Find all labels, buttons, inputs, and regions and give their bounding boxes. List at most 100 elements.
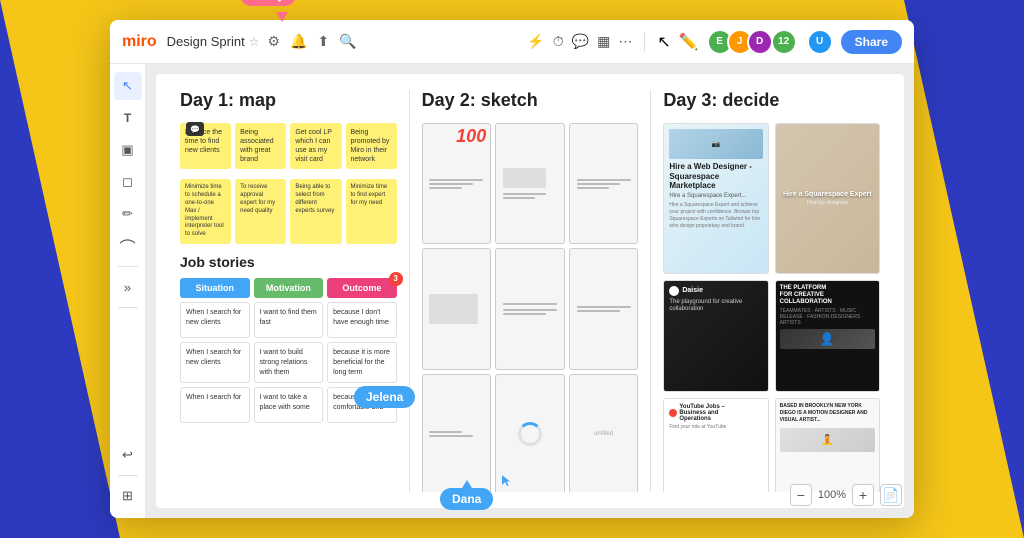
jelena-cursor-pointer[interactable] (502, 474, 518, 490)
settings-icon[interactable]: ⚙ (267, 33, 280, 50)
day3-header: Day 3: decide (663, 90, 880, 111)
sticky-tool[interactable]: ▣ (114, 136, 142, 164)
connector-tool[interactable]: ⌒ (114, 232, 142, 260)
hand-tool-icon[interactable]: ✏️ (679, 32, 699, 52)
job-stories-headers: Situation Motivation Outcome 3 (180, 278, 397, 298)
dana-label-container: Dana (440, 488, 493, 510)
divider-2-3 (650, 90, 651, 492)
dana-cursor-arrow (462, 480, 472, 488)
job-2-outcome[interactable]: because it is more beneficial for the lo… (327, 342, 397, 383)
screenshot-youtube[interactable]: YouTube Jobs –Business andOperations Fin… (663, 398, 768, 492)
divider-v (644, 32, 645, 52)
zoom-in-button[interactable]: + (852, 484, 874, 506)
search-icon[interactable]: 🔍 (339, 33, 356, 50)
job-3-motivation[interactable]: I want to take a place with some (254, 387, 324, 423)
creative-content: THE PLATFORMFOR CREATIVECOLLABORATION TE… (776, 281, 879, 391)
screenshots-grid: 📷 Hire a Web Designer - Squarespace Mark… (663, 123, 880, 492)
screenshot-daisie[interactable]: Daisie The playground for creative colla… (663, 280, 768, 392)
screenshot-brooklyn[interactable]: BASED IN BROOKLYN NEW YORK DIEGO IS A MO… (775, 398, 880, 492)
browser-window: miro Design Sprint ☆ ⚙ 🔔 ⬆ 🔍 ⚡ ⏱ 💬 ▦ ⋯ ↖… (110, 20, 914, 518)
shape-tool[interactable]: ◻ (114, 168, 142, 196)
page-view-button[interactable]: 📄 (880, 484, 902, 506)
stickies-row2: Minimize time to schedule a one-to-one M… (180, 179, 397, 244)
youtube-red-dot (669, 409, 677, 417)
document-title[interactable]: Design Sprint (167, 34, 245, 49)
column-day1: Day 1: map 💬 Balance the time to find ne… (172, 90, 405, 492)
wireframe-6[interactable] (569, 248, 639, 369)
wireframe-1[interactable]: 100 (422, 123, 492, 244)
wireframe-5[interactable] (495, 248, 565, 369)
timer-icon[interactable]: ⏱ (553, 33, 564, 50)
bg-triangle-left (0, 0, 120, 538)
wireframe-9[interactable]: untitled (569, 374, 639, 492)
daisie-content: Daisie The playground for creative colla… (664, 281, 767, 391)
zoom-out-button[interactable]: − (790, 484, 812, 506)
outcome-header[interactable]: Outcome 3 (327, 278, 397, 298)
upload-icon[interactable]: ⬆ (317, 33, 329, 50)
board-area: Day 1: map 💬 Balance the time to find ne… (156, 74, 904, 508)
wireframe-7[interactable] (422, 374, 492, 492)
sticky-6[interactable]: To receive approval expert for my need q… (235, 179, 286, 244)
job-3-situation[interactable]: When I search for (180, 387, 250, 423)
youtube-content: YouTube Jobs –Business andOperations Fin… (664, 399, 767, 492)
emily-cursor-arrow (276, 12, 288, 22)
more-tools[interactable]: » (114, 273, 142, 301)
job-row-2: When I search for new clients I want to … (180, 342, 397, 383)
undo-tool[interactable]: ↩ (114, 441, 142, 469)
day1-header: Day 1: map (180, 90, 397, 111)
cursor-tool-icon[interactable]: ↖ (657, 32, 670, 52)
share-button[interactable]: Share (841, 30, 902, 54)
screenshot-squarespace[interactable]: 📷 Hire a Web Designer - Squarespace Mark… (663, 123, 768, 274)
main-canvas[interactable]: Day 1: map 💬 Balance the time to find ne… (146, 64, 914, 518)
column-day3: Day 3: decide 📷 Hire a Web Designer - Sq… (655, 90, 888, 492)
screenshot-person[interactable]: Hire a Squarespace Expert Find top desig… (775, 123, 880, 274)
screenshot-creative[interactable]: THE PLATFORMFOR CREATIVECOLLABORATION TE… (775, 280, 880, 392)
toolbar: miro Design Sprint ☆ ⚙ 🔔 ⬆ 🔍 ⚡ ⏱ 💬 ▦ ⋯ ↖… (110, 20, 914, 64)
situation-header[interactable]: Situation (180, 278, 250, 298)
lightning-icon[interactable]: ⚡ (527, 33, 544, 50)
job-1-outcome[interactable]: because I don't have enough time (327, 302, 397, 338)
job-1-situation[interactable]: When I search for new clients (180, 302, 250, 338)
tool-separator-1 (118, 266, 138, 267)
job-2-situation[interactable]: When I search for new clients (180, 342, 250, 383)
sticky-2[interactable]: Being associated with great brand (235, 123, 286, 169)
score-100: 100 (456, 126, 486, 147)
zoom-level-display: 100% (818, 489, 846, 501)
text-tool[interactable]: T (114, 104, 142, 132)
jelena-label-container: Jelena (354, 386, 415, 408)
bottom-controls: − 100% + 📄 (790, 484, 902, 506)
day2-header: Day 2: sketch (422, 90, 639, 111)
comment-icon[interactable]: 💬 (572, 33, 589, 50)
columns-container: Day 1: map 💬 Balance the time to find ne… (172, 90, 888, 492)
more-icon[interactable]: ⋯ (618, 33, 632, 50)
bell-icon[interactable]: 🔔 (290, 33, 307, 50)
frames-icon[interactable]: ▦ (597, 33, 610, 50)
column-day2: Day 2: sketch 100 (414, 90, 647, 492)
right-action-icons: ⚡ ⏱ 💬 ▦ ⋯ (527, 33, 632, 50)
squarespace-content: 📷 Hire a Web Designer - Squarespace Mark… (664, 124, 767, 273)
star-icon[interactable]: ☆ (249, 35, 260, 49)
sticky-8[interactable]: Minimize time to find expert for my need (346, 179, 397, 244)
wireframe-4[interactable] (422, 248, 492, 369)
motivation-header[interactable]: Motivation (254, 278, 324, 298)
sticky-7[interactable]: Being able to select from different expe… (290, 179, 341, 244)
job-2-motivation[interactable]: I want to build strong relations with th… (254, 342, 324, 383)
sticky-4[interactable]: Being promoted by Miro in their network (346, 123, 397, 169)
comment-icon-day1[interactable]: 💬 (186, 122, 204, 136)
grid-view-tool[interactable]: ⊞ (114, 482, 142, 510)
avatar-group: E J D 12 (707, 29, 795, 55)
wireframe-2[interactable] (495, 123, 565, 244)
person-content: Hire a Squarespace Expert Find top desig… (776, 124, 879, 273)
pen-tool[interactable]: ✏ (114, 200, 142, 228)
wireframe-3[interactable] (569, 123, 639, 244)
sticky-5[interactable]: Minimize time to schedule a one-to-one M… (180, 179, 231, 244)
notification-badge: 3 (389, 272, 403, 286)
wireframe-grid: 100 (422, 123, 639, 492)
job-stories-title: Job stories (180, 254, 397, 270)
select-tool[interactable]: ↖ (114, 72, 142, 100)
divider-1-2 (409, 90, 410, 492)
wireframe-8[interactable] (495, 374, 565, 492)
sticky-3[interactable]: Get cool LP which I can use as my visit … (290, 123, 341, 169)
job-1-motivation[interactable]: I want to find them fast (254, 302, 324, 338)
avatar-count: 12 (773, 31, 795, 53)
